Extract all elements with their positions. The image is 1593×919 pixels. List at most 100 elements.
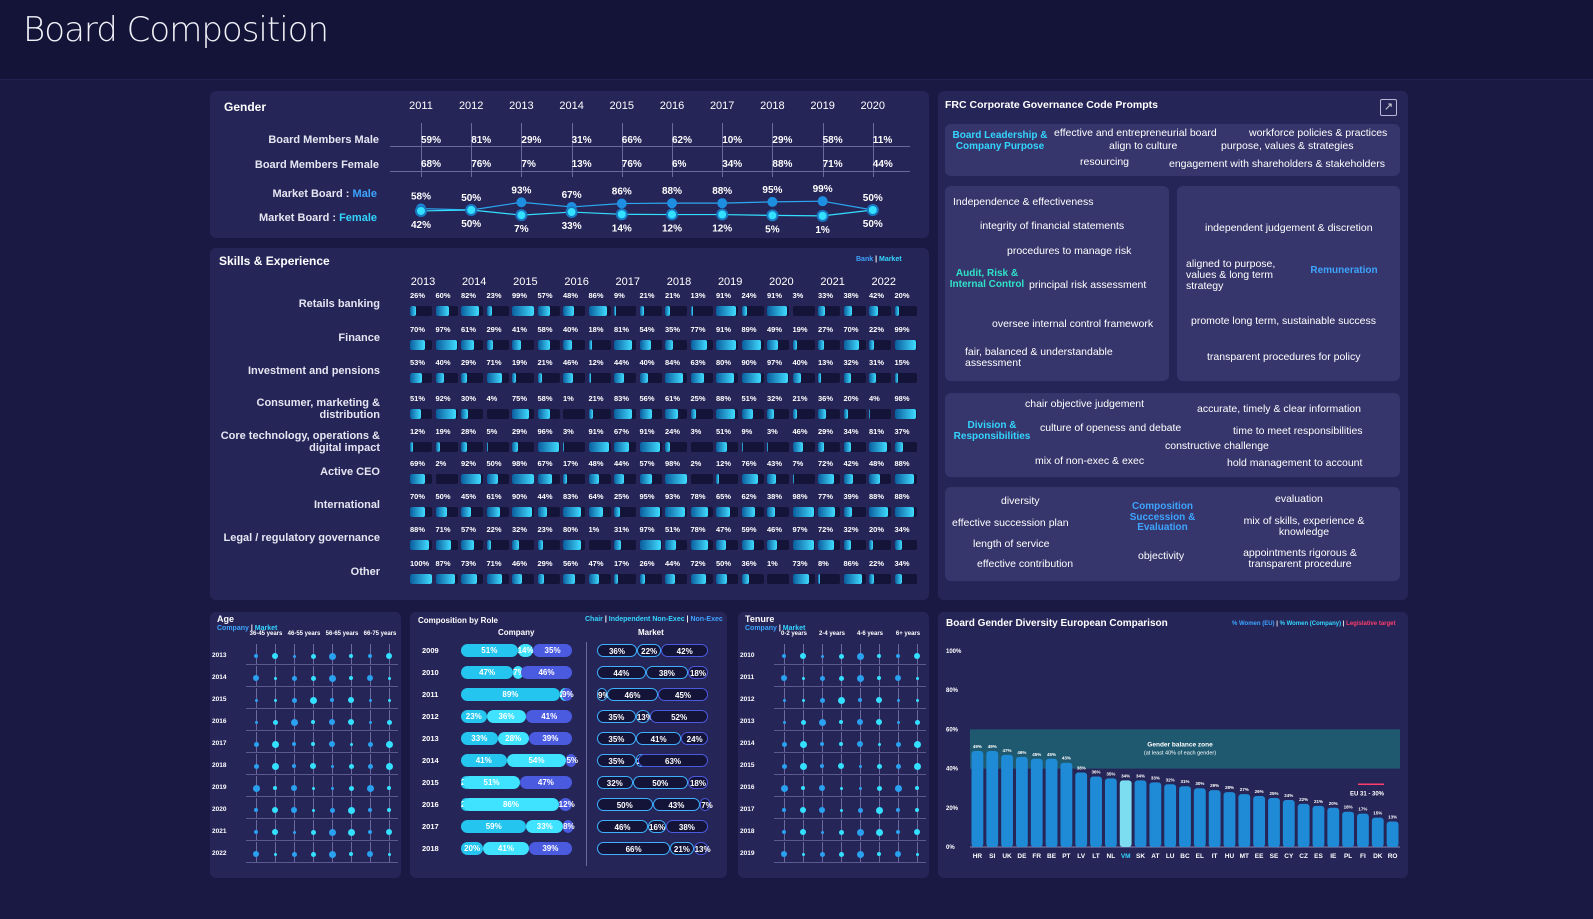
bar-value-label: 24% (1284, 793, 1293, 798)
matrix-dot (782, 654, 786, 658)
skill-bar (792, 474, 815, 484)
skill-value: 53% (410, 358, 426, 367)
skill-label: Active CEO (320, 466, 380, 478)
role-market-segment: 66% (597, 842, 671, 855)
skill-bar (818, 340, 840, 350)
market-male-label: 95% (762, 185, 782, 196)
skill-bar-fill (461, 442, 468, 452)
skill-value: 54% (639, 325, 655, 334)
skill-value: 7% (792, 459, 804, 468)
category-label: LV (1077, 853, 1085, 860)
skill-value: 61% (461, 325, 477, 334)
skill-bar (716, 574, 738, 584)
skill-value: 67% (537, 459, 553, 468)
skill-bar-fill (741, 373, 762, 383)
matrix-dot (290, 718, 298, 726)
role-company-segment: 39% (528, 842, 572, 855)
skill-bar-fill (435, 574, 455, 584)
bar-value-label: 35% (1106, 771, 1115, 776)
skill-value: 32% (843, 525, 859, 534)
skill-bar-fill (665, 474, 687, 484)
role-year: 2018 (422, 844, 439, 853)
matrix-dot (368, 830, 372, 834)
skill-bar (665, 306, 687, 316)
skill-bar-fill (512, 373, 517, 383)
matrix-dot (875, 828, 883, 836)
matrix-year: 2019 (740, 850, 755, 857)
skill-value: 91% (716, 325, 732, 334)
skills-legend: Bank | Market (856, 256, 902, 263)
skill-value: 92% (461, 459, 477, 468)
y-tick-label: 60% (946, 727, 959, 733)
matrix-dot (780, 784, 788, 792)
skill-bar (461, 409, 483, 419)
matrix-dot (272, 719, 278, 725)
category-label: HU (1225, 853, 1235, 860)
skill-bar-fill (563, 442, 564, 452)
tenure-title: Tenure (745, 614, 775, 624)
skill-bar (588, 507, 611, 517)
skill-bar (435, 574, 458, 584)
frc-title: FRC Corporate Governance Code Prompts (945, 99, 1158, 111)
skill-bar-fill (869, 574, 874, 584)
skill-bar (512, 540, 534, 550)
skill-bar (588, 474, 611, 484)
skill-bar-fill (767, 474, 777, 484)
skill-bar-fill (435, 373, 445, 383)
skill-bar-fill (563, 373, 574, 383)
skill-bar (818, 306, 840, 316)
skill-bar (614, 306, 636, 316)
skills-year: 2013 (410, 276, 436, 288)
skill-bar-fill (894, 442, 903, 452)
matrix-dot (348, 697, 354, 703)
skill-bar-fill (716, 474, 719, 484)
matrix-dot (349, 742, 353, 746)
skill-bar-fill (716, 409, 736, 419)
skill-bar-fill (894, 409, 917, 419)
skill-value: 72% (690, 559, 706, 568)
skill-bar (639, 373, 662, 383)
matrix-dot (858, 698, 862, 702)
role-company-segment: 47% (519, 776, 572, 789)
skill-value: 80% (716, 358, 732, 367)
matrix-dot (254, 720, 258, 724)
skill-bar (410, 373, 432, 383)
skill-bar (665, 507, 687, 517)
role-year: 2009 (422, 646, 439, 655)
matrix-dot (385, 762, 393, 770)
role-market-segment: 50% (632, 776, 689, 789)
skill-bar-fill (741, 442, 744, 452)
matrix-year: 2014 (212, 674, 227, 681)
matrix-row-line (774, 796, 926, 797)
skill-value: 25% (614, 492, 630, 501)
skill-bar (894, 474, 917, 484)
matrix-dot (386, 653, 392, 659)
skill-bar (665, 574, 687, 584)
euro-bar-chart: Gender balance zone (at least 40% of each… (946, 649, 1400, 860)
skill-bar-fill (512, 540, 520, 550)
matrix-dot (876, 697, 882, 703)
skill-value: 22% (869, 559, 885, 568)
skill-bar (486, 474, 509, 484)
market-male-label: 50% (863, 193, 883, 204)
matrix-dot (273, 698, 277, 702)
role-market-segment: 7% (700, 798, 713, 811)
market-male-label: 88% (712, 186, 732, 197)
skill-value: 88% (894, 492, 910, 501)
skill-value: 71% (486, 358, 502, 367)
skill-bar-fill (665, 373, 684, 383)
bar (1045, 758, 1058, 847)
skill-value: 32% (767, 394, 783, 403)
matrix-dot (252, 784, 260, 792)
skill-bar-fill (665, 507, 686, 517)
group-heading: 66-75 years (363, 631, 397, 637)
matrix-dot (875, 806, 883, 814)
expand-icon[interactable]: ↗ (1380, 99, 1397, 116)
role-company-segment: 89% (461, 688, 560, 701)
matrix-dot (877, 654, 881, 658)
matrix-dot (782, 698, 786, 702)
skill-value: 25% (690, 394, 706, 403)
role-divider (586, 642, 587, 866)
skill-bar (767, 306, 789, 316)
skill-bar (639, 409, 662, 419)
